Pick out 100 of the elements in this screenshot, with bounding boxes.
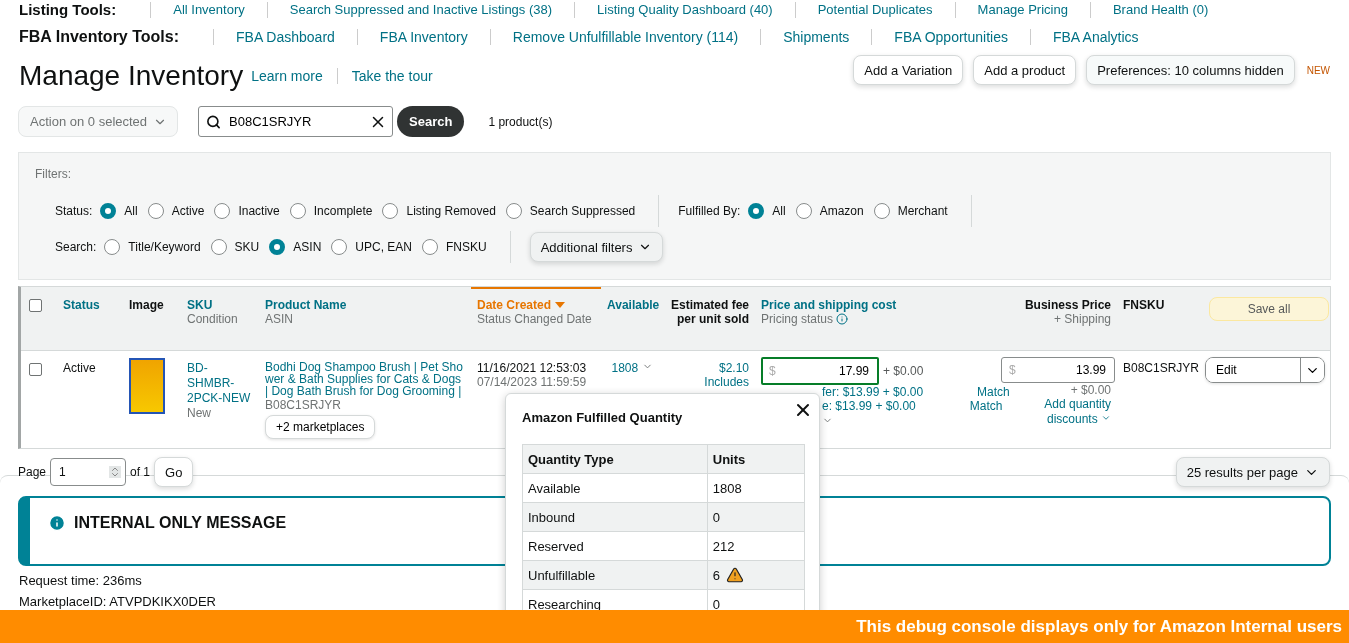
quantity-discounts-link[interactable]: Add quantity discounts [1031, 397, 1111, 427]
radio-option[interactable]: Title/Keyword [104, 239, 201, 255]
radio-option[interactable]: All [748, 203, 786, 219]
per-page-dropdown[interactable]: 25 results per page [1175, 457, 1330, 487]
radio-button[interactable] [382, 203, 399, 219]
radio-button[interactable] [269, 239, 286, 255]
select-all-checkbox[interactable] [29, 299, 42, 312]
search-icon [206, 114, 221, 129]
currency-symbol: $ [1009, 363, 1016, 377]
debug-bar: This debug console displays only for Amazon Internal users [0, 610, 1349, 643]
column-header: Quantity Type [522, 444, 708, 474]
sku-link[interactable]: BD-SHMBR-2PCK-NEW [187, 361, 253, 406]
units-cell: 0 [712, 509, 720, 525]
nav-link[interactable]: All Inventory [173, 2, 245, 17]
nav-link[interactable]: FBA Dashboard [236, 29, 335, 45]
radio-button[interactable] [100, 203, 117, 219]
column-header[interactable]: Date Created Status Changed Date [471, 287, 601, 350]
marketplaces-button[interactable]: +2 marketplaces [265, 415, 376, 439]
radio-option[interactable]: Incomplete [289, 203, 373, 219]
radio-button[interactable] [214, 203, 231, 219]
column-header[interactable]: Product Name ASIN [259, 287, 471, 350]
spinner-icon[interactable] [109, 466, 122, 478]
radio-button[interactable] [210, 239, 227, 255]
nav-link[interactable]: Remove Unfulfillable Inventory (114) [512, 29, 739, 45]
filters-title: Filters: [35, 167, 72, 181]
info-icon [836, 313, 849, 325]
nav-link[interactable]: Manage Pricing [977, 2, 1068, 17]
nav-link[interactable]: Listing Quality Dashboard (40) [597, 2, 773, 17]
nav-link[interactable]: Potential Duplicates [817, 2, 933, 17]
column-header[interactable]: Available [601, 287, 663, 350]
radio-option[interactable]: FNSKU [422, 239, 487, 255]
popover-title: Amazon Fulfilled Quantity [522, 410, 684, 425]
fee-note-link[interactable]: Includes [704, 375, 749, 389]
nav-link[interactable]: Search Suppressed and Inactive Listings (38) [289, 2, 553, 17]
learn-more-link[interactable]: Learn more [251, 68, 323, 84]
quantity-type-cell: Available [522, 473, 708, 503]
currency-symbol: $ [769, 364, 776, 378]
header-button[interactable]: Add a Variation [853, 55, 964, 85]
column-header[interactable]: Price and shipping cost Pricing status [755, 287, 995, 350]
radio-option[interactable]: All [100, 203, 138, 219]
section-label: FBA Inventory Tools: [19, 28, 179, 46]
radio-button[interactable] [104, 239, 121, 255]
edit-menu-button[interactable] [1300, 358, 1324, 382]
units-cell: 1808 [712, 480, 742, 496]
chevron-down-icon [1101, 413, 1111, 423]
status-cell-text: Active [62, 360, 97, 377]
page-total: of 1 [130, 465, 151, 479]
row-checkbox[interactable] [29, 363, 42, 376]
filter-label: Search: [55, 240, 97, 254]
radio-option[interactable]: ASIN [269, 239, 322, 255]
column-header[interactable]: SKU Condition [181, 287, 259, 350]
radio-button[interactable] [748, 203, 765, 219]
nav-link[interactable]: Shipments [783, 29, 850, 45]
edit-button[interactable]: Edit [1206, 358, 1300, 382]
radio-button[interactable] [505, 203, 522, 219]
offer-price: e: $13.99 + $0.00 [822, 399, 916, 413]
column-header[interactable]: Status [57, 287, 123, 350]
asin-text: B08C1SRJYR [265, 398, 343, 412]
radio-button[interactable] [422, 239, 438, 255]
debug-line: Request time: 236ms [18, 572, 142, 590]
radio-option[interactable]: SKU [210, 239, 260, 255]
section-label: Listing Tools: [19, 1, 117, 18]
action-dropdown[interactable]: Action on 0 selected [18, 106, 178, 137]
go-button[interactable]: Go [154, 457, 194, 487]
additional-filters-button[interactable]: Additional filters [529, 232, 664, 262]
radio-option[interactable]: Listing Removed [382, 203, 496, 219]
product-name-link[interactable]: Bodhi Dog Shampoo Brush | Pet Shower & Bath Supplies for Cats & Dogs | Dog Bath Brush for Dog Grooming | [265, 361, 465, 398]
column-header: Business Price + Shipping [1023, 297, 1112, 328]
radio-option[interactable]: Inactive [214, 203, 280, 219]
radio-option[interactable]: Active [147, 203, 205, 219]
radio-button[interactable] [147, 203, 164, 219]
page-field[interactable]: 1 [50, 458, 127, 486]
search-field[interactable]: B08C1SRJYR [198, 106, 393, 137]
product-photo-placeholder [129, 358, 165, 414]
nav-link[interactable]: FBA Opportunities [894, 29, 1008, 45]
save-all-button[interactable]: Save all [1209, 297, 1329, 321]
fee-link[interactable]: $2.10 [669, 361, 749, 375]
nav-link[interactable]: FBA Inventory [379, 29, 468, 45]
radio-button[interactable] [331, 239, 348, 255]
radio-option[interactable]: UPC, EAN [331, 239, 412, 255]
radio-option[interactable]: Search Suppressed [505, 203, 636, 219]
header-button[interactable]: Add a product [973, 55, 1077, 85]
radio-option[interactable]: Amazon [795, 203, 864, 219]
radio-button[interactable] [873, 203, 890, 219]
radio-button[interactable] [795, 203, 812, 219]
column-header: Units [707, 444, 805, 474]
header-button[interactable]: Preferences: 10 columns hidden [1086, 55, 1295, 85]
available-link[interactable]: 1808 [611, 361, 653, 375]
nav-link[interactable]: FBA Analytics [1052, 29, 1139, 45]
message-title: INTERNAL ONLY MESSAGE [74, 514, 287, 532]
filter-label: Status: [55, 204, 93, 218]
search-button[interactable]: Search [397, 106, 465, 137]
radio-button[interactable] [289, 203, 306, 219]
tour-link[interactable]: Take the tour [351, 68, 433, 84]
column-header: Estimated fee per unit sold [669, 297, 750, 328]
match-link[interactable]: Match [977, 385, 1010, 399]
match-link[interactable]: Match [969, 399, 1003, 413]
radio-option[interactable]: Merchant [873, 203, 948, 219]
offer-price: fer: $13.99 + $0.00 [822, 385, 924, 399]
nav-link[interactable]: Brand Health (0) [1112, 2, 1209, 17]
